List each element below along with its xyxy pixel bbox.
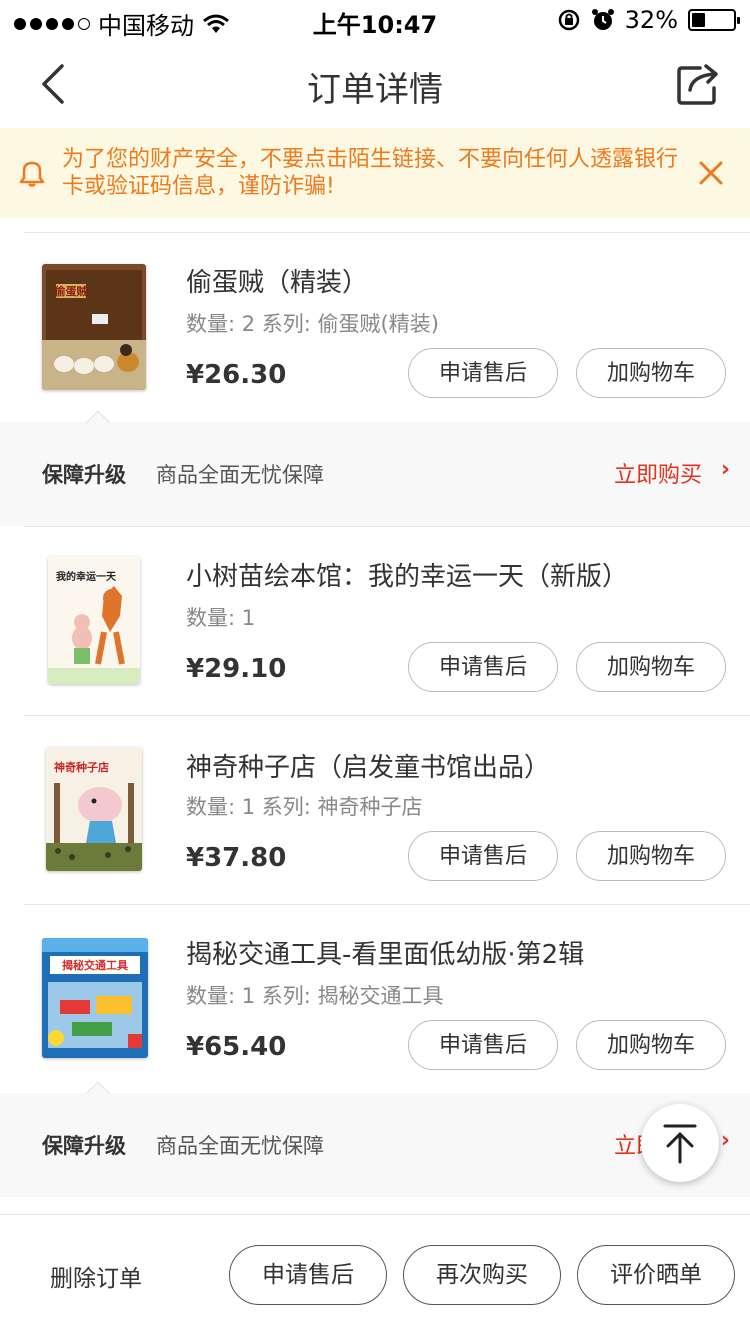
caret-up-icon — [86, 1082, 110, 1094]
divider — [24, 232, 750, 233]
add-to-cart-button[interactable]: 加购物车 — [576, 348, 726, 398]
alarm-icon — [591, 9, 614, 30]
guarantee-label: 保障升级 — [42, 463, 126, 487]
close-icon[interactable] — [698, 160, 724, 186]
buy-now-link[interactable]: 立即购买 — [614, 457, 702, 489]
battery-icon — [688, 9, 740, 31]
bottom-action-bar: 删除订单 申请售后 再次购买 评价晒单 — [0, 1214, 750, 1334]
page-title: 订单详情 — [307, 70, 443, 110]
guarantee-description: 商品全面无忧保障 — [156, 463, 324, 487]
status-bar: 中国移动 上午10:47 32% — [0, 0, 750, 40]
book-cover-image[interactable]: 神奇种子店 — [46, 747, 142, 871]
product-price: ¥37.80 — [186, 843, 287, 873]
apply-after-sale-button[interactable]: 申请售后 — [408, 1020, 558, 1070]
add-to-cart-button[interactable]: 加购物车 — [576, 642, 726, 692]
rotation-lock-icon — [558, 9, 579, 31]
safety-notice-banner: 为了您的财产安全，不要点击陌生链接、不要向任何人透露银行卡或验证码信息，谨防诈骗… — [0, 128, 750, 218]
chevron-right-icon: › — [720, 1128, 730, 1153]
apply-after-sale-button[interactable]: 申请售后 — [408, 831, 558, 881]
guarantee-label: 保障升级 — [42, 1134, 126, 1158]
guarantee-upgrade-bar[interactable]: 保障升级 商品全面无忧保障 立即购买 › — [0, 411, 750, 526]
apply-after-sale-button[interactable]: 申请售后 — [229, 1245, 387, 1305]
delete-order-link[interactable]: 删除订单 — [50, 1259, 142, 1293]
review-order-button[interactable]: 评价晒单 — [577, 1245, 735, 1305]
product-quantity: 数量: 2 系列: 偷蛋贼(精装) — [186, 312, 439, 336]
add-to-cart-button[interactable]: 加购物车 — [576, 1020, 726, 1070]
caret-up-icon — [86, 411, 110, 423]
divider — [24, 526, 750, 527]
cover-title-text: 我的幸运一天 — [56, 570, 117, 583]
bell-icon — [19, 161, 45, 187]
product-title[interactable]: 偷蛋贼（精装） — [186, 262, 368, 299]
add-to-cart-button[interactable]: 加购物车 — [576, 831, 726, 881]
book-cover-image[interactable]: 偷蛋贼 — [42, 264, 146, 390]
cover-title-text: 神奇种子店 — [54, 760, 109, 774]
share-icon[interactable] — [676, 60, 720, 106]
book-cover-image[interactable]: 我的幸运一天 — [48, 556, 140, 684]
arrow-up-icon — [663, 1124, 697, 1164]
product-price: ¥26.30 — [186, 360, 287, 390]
order-item: 神奇种子店 神奇种子店（启发童书馆出品） 数量: 1 系列: 神奇种子店 ¥37… — [0, 715, 750, 905]
guarantee-description: 商品全面无忧保障 — [156, 1134, 324, 1158]
buy-again-button[interactable]: 再次购买 — [403, 1245, 561, 1305]
book-cover-image[interactable]: 揭秘交通工具 — [42, 938, 148, 1058]
product-price: ¥29.10 — [186, 654, 287, 684]
divider — [24, 904, 750, 905]
cover-title-text: 揭秘交通工具 — [62, 958, 128, 972]
product-quantity: 数量: 1 — [186, 606, 256, 630]
scroll-to-top-button[interactable] — [641, 1104, 719, 1182]
chevron-right-icon: › — [720, 457, 730, 482]
order-item: 偷蛋贼 偷蛋贼（精装） 数量: 2 系列: 偷蛋贼(精装) ¥26.30 申请售… — [0, 232, 750, 422]
product-price: ¥65.40 — [186, 1032, 287, 1062]
divider — [24, 715, 750, 716]
product-title[interactable]: 神奇种子店（启发童书馆出品） — [186, 747, 550, 784]
order-item: 揭秘交通工具 揭秘交通工具-看里面低幼版·第2辑 数量: 1 系列: 揭秘交通工… — [0, 904, 750, 1094]
guarantee-upgrade-bar[interactable]: 保障升级 商品全面无忧保障 立即购买 › — [0, 1082, 750, 1197]
product-title[interactable]: 小树苗绘本馆：我的幸运一天（新版） — [186, 556, 628, 593]
apply-after-sale-button[interactable]: 申请售后 — [408, 642, 558, 692]
safety-notice-text: 为了您的财产安全，不要点击陌生链接、不要向任何人透露银行卡或验证码信息，谨防诈骗… — [62, 147, 679, 199]
apply-after-sale-button[interactable]: 申请售后 — [408, 348, 558, 398]
product-title[interactable]: 揭秘交通工具-看里面低幼版·第2辑 — [186, 934, 584, 971]
cover-title-text: 偷蛋贼 — [55, 284, 88, 298]
product-quantity: 数量: 1 系列: 神奇种子店 — [186, 795, 423, 819]
navigation-bar: 订单详情 — [0, 40, 750, 128]
battery-percent: 32% — [624, 6, 678, 34]
order-item: 我的幸运一天 小树苗绘本馆：我的幸运一天（新版） 数量: 1 ¥29.10 申请… — [0, 526, 750, 716]
product-quantity: 数量: 1 系列: 揭秘交通工具 — [186, 984, 444, 1008]
